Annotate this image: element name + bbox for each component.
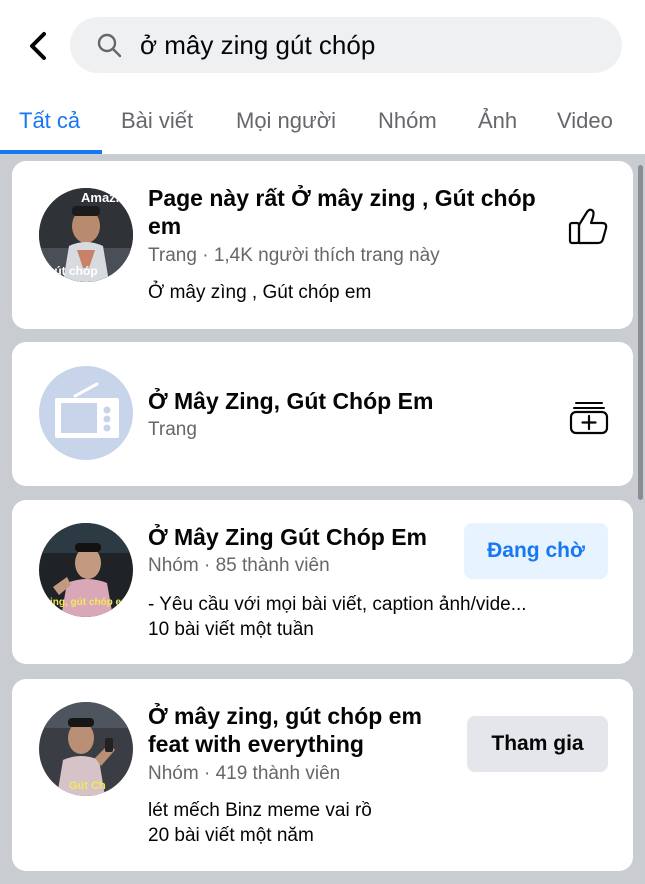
divider xyxy=(0,154,645,155)
result-description: Ở mây zìng , Gút chóp em xyxy=(148,282,372,303)
result-meta: Nhóm · 85 thành viên xyxy=(148,555,330,576)
result-description: 10 bài viết một tuần xyxy=(148,619,314,640)
tab-people[interactable]: Mọi người xyxy=(236,108,336,134)
result-card-group[interactable]: zing, gút chóp em Ở Mây Zing Gút Chóp Em… xyxy=(12,500,633,664)
result-card-group[interactable]: Gút Ch Ở mây zing, gút chóp em feat with… xyxy=(12,679,633,871)
tab-videos[interactable]: Video xyxy=(557,108,613,134)
result-description: - Yêu cầu với mọi bài viết, caption ảnh/… xyxy=(148,594,527,615)
tab-all[interactable]: Tất cả xyxy=(19,108,80,134)
chevron-left-icon xyxy=(30,32,46,60)
avatar: Gút Ch xyxy=(39,702,133,796)
result-title: Ở mây zing, gút chóp em feat with everyt… xyxy=(148,702,468,758)
result-title: Page này rất Ở mây zing , Gút chóp em xyxy=(148,184,568,240)
result-title-line: Page này rất Ở mây zing , Gút chóp xyxy=(148,185,536,211)
result-meta: Nhóm · 419 thành viên xyxy=(148,763,341,784)
result-title-line: em xyxy=(148,213,182,239)
avatar: Amazing gút chóp xyxy=(39,188,133,282)
follow-button[interactable] xyxy=(569,395,609,435)
result-meta: Trang · 1,4K người thích trang này xyxy=(148,245,440,266)
like-button[interactable] xyxy=(567,206,609,246)
filter-tabs: Tất cả Bài viết Mọi người Nhóm Ảnh Video xyxy=(0,96,645,154)
tab-groups[interactable]: Nhóm xyxy=(378,108,437,134)
avatar-caption: zing, gút chóp em xyxy=(45,597,130,608)
add-to-collection-icon xyxy=(569,402,609,435)
thumbs-up-icon xyxy=(568,208,608,245)
result-title: Ở Mây Zing, Gút Chóp Em xyxy=(148,388,434,414)
search-query: ở mây zing gút chóp xyxy=(140,29,376,60)
scrollbar[interactable] xyxy=(638,165,643,500)
join-button[interactable]: Tham gia xyxy=(467,716,608,772)
result-description: lét mếch Binz meme vai rồ xyxy=(148,800,372,821)
search-icon xyxy=(96,32,122,58)
avatar: zing, gút chóp em xyxy=(39,523,133,617)
avatar xyxy=(39,366,133,460)
avatar-caption: Gút Ch xyxy=(69,780,106,792)
avatar-caption: gút chóp xyxy=(47,264,98,278)
result-title-line: Ở mây zing, gút chóp em xyxy=(148,703,422,729)
result-description: 20 bài viết một năm xyxy=(148,825,314,846)
top-bar: ở mây zing gút chóp Tất cả Bài viết Mọi … xyxy=(0,0,645,155)
pending-button[interactable]: Đang chờ xyxy=(464,523,608,579)
result-card-page[interactable]: Ở Mây Zing, Gút Chóp Em Trang xyxy=(12,342,633,486)
tab-photos[interactable]: Ảnh xyxy=(478,108,517,134)
tv-icon xyxy=(55,382,119,438)
result-title: Ở Mây Zing Gút Chóp Em xyxy=(148,524,427,550)
back-button[interactable] xyxy=(18,26,58,66)
avatar-caption: Amazing xyxy=(81,190,133,205)
result-card-page[interactable]: Amazing gút chóp Page này rất Ở mây zing… xyxy=(12,161,633,329)
result-meta: Trang xyxy=(148,419,197,440)
search-input[interactable]: ở mây zing gút chóp xyxy=(70,17,622,73)
tab-posts[interactable]: Bài viết xyxy=(121,108,193,134)
result-title-line: feat with everything xyxy=(148,731,364,757)
